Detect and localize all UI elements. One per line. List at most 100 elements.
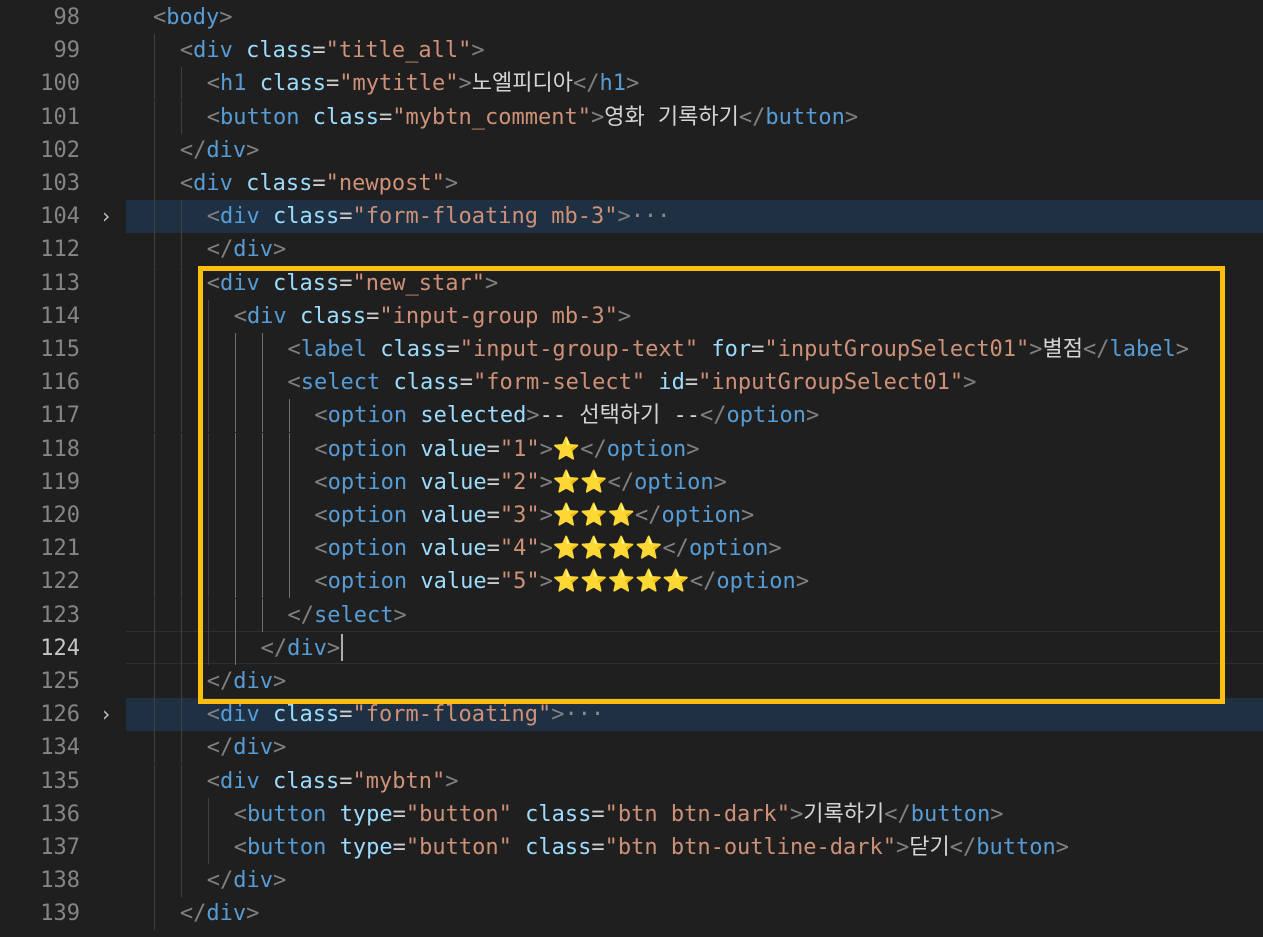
code-line[interactable]: 101 <button class="mybtn_comment">영화 기록하기… (0, 100, 1263, 134)
attribute-value: "form-select" (472, 370, 646, 396)
attribute-name: class (273, 204, 340, 230)
code-line[interactable]: 100 <h1 class="mytitle">노엘피디아</h1> (0, 67, 1263, 101)
bracket: > (741, 503, 755, 528)
line-number: 139 (40, 901, 80, 927)
line-number: 134 (40, 735, 80, 761)
tag-name: option (688, 536, 769, 562)
attribute-value: "button" (405, 801, 512, 827)
chevron-right-icon[interactable]: › (96, 200, 116, 233)
attribute-name: class (273, 702, 340, 728)
indent-guide (154, 266, 155, 300)
code-line[interactable]: 112 </div> (0, 233, 1263, 267)
code-content: <option value="5">⭐⭐⭐⭐⭐</option> (126, 565, 1263, 599)
code-content: <select class="form-select" id="inputGro… (126, 366, 1263, 400)
attribute-value: "mybtn_comment" (392, 104, 591, 130)
code-line[interactable]: 138 </div> (0, 864, 1263, 898)
equals-sign: = (591, 801, 605, 827)
bracket: > (539, 503, 553, 528)
indent-guide (180, 499, 182, 532)
indent-guide (154, 432, 155, 466)
attribute-value: "input-group-text" (459, 337, 699, 362)
attribute-value: "inputGroupSelect01" (764, 337, 1030, 362)
code-line[interactable]: 139 </div> (0, 897, 1263, 931)
bracket: > (273, 868, 287, 894)
code-line[interactable]: 125 </div> (0, 665, 1263, 698)
indent-guide (207, 399, 209, 433)
equals-sign: = (312, 38, 326, 64)
code-line[interactable]: 117 <option selected>-- 선택하기 --</option> (0, 399, 1263, 433)
code-line[interactable]: 119 <option value="2">⭐⭐</option> (0, 465, 1263, 499)
attribute-value: "mybtn" (352, 768, 446, 794)
code-line[interactable]: 135 <div class="mybtn"> (0, 764, 1263, 798)
code-content: <div class="mybtn"> (126, 764, 1263, 798)
code-line[interactable]: 114 <div class="input-group mb-3"> (0, 299, 1263, 333)
indent-guide (234, 399, 236, 433)
code-line[interactable]: 103 <div class="newpost"> (0, 167, 1263, 200)
line-number: 117 (40, 403, 80, 429)
indent-guide (234, 532, 236, 566)
code-line[interactable]: 116 <select class="form-select" id="input… (0, 366, 1263, 400)
indent-guide (261, 432, 263, 466)
indent-guide (261, 565, 263, 599)
code-line[interactable]: 113 <div class="new_star"> (0, 266, 1263, 300)
tag-name: div (233, 868, 274, 894)
attribute-value: "new_star" (352, 270, 485, 296)
code-line[interactable]: 126 › <div class="form-floating">··· (0, 698, 1263, 732)
attribute-name: class (273, 768, 340, 794)
bracket: > (445, 768, 459, 794)
equals-sign: = (459, 370, 473, 396)
code-line[interactable]: 137 <button type="button" class="btn btn-… (0, 831, 1263, 864)
indent-guide (261, 598, 263, 632)
indent-guide (154, 731, 155, 765)
attribute-name: value (420, 469, 487, 495)
code-line[interactable]: 118 <option value="1">⭐</option> (0, 432, 1263, 466)
code-text: <body> (153, 1, 232, 34)
code-line[interactable]: 102 </div> (0, 133, 1263, 167)
code-line[interactable]: 104 › <div class="form-floating mb-3">··· (0, 200, 1263, 234)
equals-sign: = (684, 370, 699, 396)
bracket: < (206, 204, 221, 230)
code-text: <div class="title_all"> (180, 34, 485, 67)
attribute-value: "2" (499, 469, 540, 495)
code-line[interactable]: 120 <option value="3">⭐⭐⭐</option> (0, 499, 1263, 532)
code-line[interactable]: 122 <option value="5">⭐⭐⭐⭐⭐</option> (0, 565, 1263, 599)
tag-name: div (233, 669, 274, 694)
chevron-right-icon[interactable]: › (96, 698, 116, 731)
code-line[interactable]: 99 <div class="title_all"> (0, 34, 1263, 68)
indent-guide (207, 499, 209, 532)
code-line[interactable]: 98 <body> (0, 1, 1263, 34)
bracket: > (590, 104, 605, 130)
code-line[interactable]: 121 <option value="4">⭐⭐⭐⭐</option> (0, 532, 1263, 566)
line-number: 102 (40, 137, 80, 163)
folded-ellipsis[interactable]: ··· (564, 702, 604, 727)
code-line[interactable]: 136 <button type="button" class="btn btn-… (0, 797, 1263, 831)
attribute-value: "3" (499, 503, 540, 528)
text-content (326, 835, 339, 860)
code-line[interactable]: 115 <label class="input-group-text" for="… (0, 333, 1263, 366)
bracket: < (314, 536, 328, 562)
indent-guide (154, 631, 155, 665)
indent-guide (234, 631, 236, 665)
folded-ellipsis[interactable]: ··· (631, 204, 671, 229)
code-content: </div> (126, 665, 1263, 698)
tag-name: option (327, 536, 408, 562)
line-number: 101 (40, 104, 80, 130)
attribute-name: value (420, 436, 487, 462)
bracket: > (484, 270, 499, 296)
bracket: > (273, 735, 287, 761)
code-content: </div> (126, 233, 1263, 267)
indent-guide (154, 665, 155, 698)
indent-guide (154, 532, 155, 566)
bracket: </ (580, 436, 607, 462)
tag-name: div (220, 768, 260, 794)
line-number: 138 (40, 868, 80, 894)
code-editor[interactable]: 98 <body> 99 <div class="title_all"> 100 <h1 … (0, 0, 1263, 937)
indent-guide (154, 200, 155, 234)
tag-name: div (193, 38, 233, 64)
bracket: </ (949, 835, 977, 860)
code-line[interactable]: 124 </div> (0, 631, 1263, 665)
bracket: > (990, 801, 1004, 827)
code-line[interactable]: 134 </div> (0, 731, 1263, 765)
code-line[interactable]: 123 </select> (0, 598, 1263, 632)
text-content (233, 38, 246, 63)
